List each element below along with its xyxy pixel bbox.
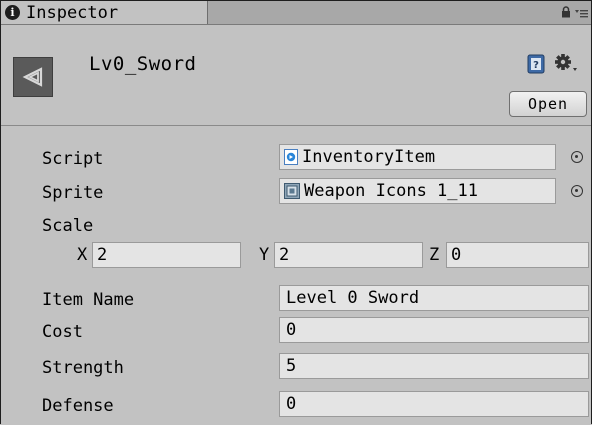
- cost-label: Cost: [42, 322, 83, 342]
- cost-field[interactable]: 0: [279, 317, 589, 343]
- scale-z-field[interactable]: 0: [446, 242, 589, 268]
- scale-label: Scale: [42, 216, 94, 236]
- sprite-icon: [284, 183, 300, 199]
- inspector-window: i Inspector Lv0_Sword ? Open Script Inve…: [0, 0, 592, 424]
- script-object-picker[interactable]: [571, 151, 583, 163]
- scale-x-label: X: [77, 245, 88, 265]
- strength-label: Strength: [42, 358, 124, 378]
- tab-bar: i Inspector: [1, 1, 591, 25]
- sprite-object-picker[interactable]: [571, 185, 583, 197]
- help-book-icon[interactable]: ?: [527, 54, 545, 74]
- tab-label: Inspector: [26, 2, 119, 23]
- script-value: InventoryItem: [302, 147, 436, 167]
- object-name: Lv0_Sword: [89, 53, 197, 75]
- svg-text:?: ?: [533, 60, 539, 71]
- defense-label: Defense: [42, 396, 114, 416]
- info-icon: i: [5, 5, 20, 20]
- script-icon: [284, 149, 298, 165]
- sprite-label: Sprite: [42, 183, 104, 203]
- scale-y-field[interactable]: 2: [274, 242, 423, 268]
- tab-inspector[interactable]: i Inspector: [1, 1, 208, 24]
- sprite-field[interactable]: Weapon Icons 1_11: [279, 178, 556, 204]
- script-label: Script: [42, 149, 104, 169]
- scale-x-field[interactable]: 2: [92, 242, 241, 268]
- object-header: Lv0_Sword ? Open: [1, 25, 591, 126]
- item-name-field[interactable]: Level 0 Sword: [279, 285, 589, 311]
- defense-field[interactable]: 0: [279, 391, 589, 417]
- panel-menu-icon[interactable]: [575, 8, 588, 18]
- open-button[interactable]: Open: [509, 91, 587, 117]
- item-name-label: Item Name: [42, 290, 135, 310]
- strength-field[interactable]: 5: [279, 353, 589, 379]
- lock-icon[interactable]: [561, 6, 571, 18]
- scriptable-object-icon: [13, 57, 53, 97]
- sprite-value: Weapon Icons 1_11: [304, 181, 478, 201]
- scale-z-label: Z: [429, 245, 440, 265]
- gear-icon[interactable]: [554, 52, 578, 74]
- scale-y-label: Y: [259, 245, 270, 265]
- script-field[interactable]: InventoryItem: [279, 144, 556, 170]
